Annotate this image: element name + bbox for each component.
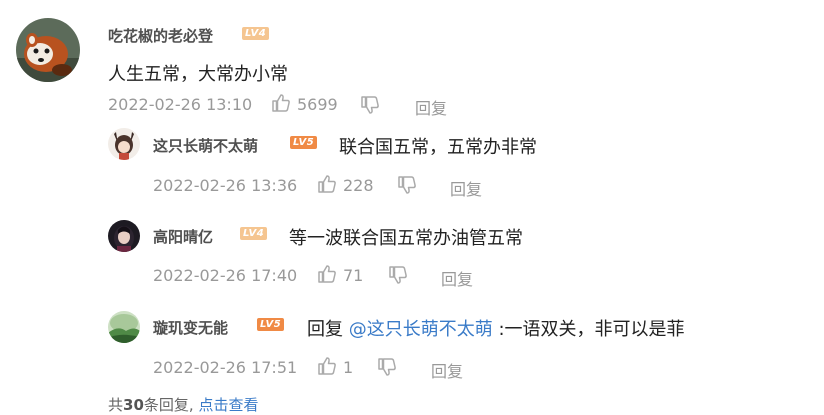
thumbs-up-icon[interactable] [317, 356, 337, 380]
reply-button[interactable]: 回复 [441, 266, 473, 290]
green-landscape-avatar-image [108, 311, 140, 343]
like-count: 1 [343, 358, 354, 377]
reply-button[interactable]: 回复 [450, 176, 482, 200]
level-badge: LV5 [290, 136, 318, 149]
reply-count: 30 [123, 396, 144, 414]
level-badge: LV4 [240, 227, 268, 240]
view-all-replies-link[interactable]: 点击查看 [198, 396, 258, 414]
red-panda-avatar-image [16, 18, 80, 82]
reply-count-prefix: 共 [108, 396, 124, 414]
thumbs-down-icon[interactable] [388, 265, 408, 289]
reply-username[interactable]: 高阳晴亿 [153, 226, 213, 247]
like-count: 71 [343, 266, 364, 285]
anime-character-avatar-image [108, 128, 140, 160]
reply-text: 联合国五常，五常办非常 [339, 137, 537, 158]
reply-username[interactable]: 这只长萌不太萌 [153, 135, 258, 156]
avatar-main[interactable] [16, 18, 80, 82]
avatar-reply-3[interactable] [108, 311, 140, 343]
reply-timestamp: 2022-02-26 17:40 [153, 266, 298, 285]
reply-button[interactable]: 回复 [431, 358, 463, 382]
reply-text: 等一波联合国五常办油管五常 [289, 228, 523, 249]
like-count: 5699 [297, 95, 338, 114]
reply-count-suffix: 条回复, [143, 396, 194, 414]
comment-timestamp: 2022-02-26 13:10 [108, 95, 253, 114]
level-badge: LV5 [257, 318, 285, 331]
reply-prefix: 回复 [307, 319, 343, 340]
like-count: 228 [343, 176, 374, 195]
reply-button[interactable]: 回复 [415, 95, 447, 119]
thumbs-down-icon[interactable] [360, 95, 380, 119]
reply-timestamp: 2022-02-26 17:51 [153, 358, 298, 377]
reply-count-summary: 共30条回复, 点击查看 [108, 394, 258, 415]
thumbs-down-icon[interactable] [377, 357, 397, 381]
comment-text: 人生五常，大常办小常 [108, 64, 288, 85]
thumbs-down-icon[interactable] [397, 175, 417, 199]
mention-link[interactable]: @这只长萌不太萌 [349, 319, 493, 340]
avatar-reply-1[interactable] [108, 128, 140, 160]
reply-text: 回复 @这只长萌不太萌 :一语双关，非可以是菲 [307, 315, 685, 341]
dark-portrait-avatar-image [108, 220, 140, 252]
reply-timestamp: 2022-02-26 13:36 [153, 176, 298, 195]
reply-suffix: :一语双关，非可以是菲 [498, 319, 685, 340]
thumbs-up-icon[interactable] [317, 264, 337, 288]
comment-username[interactable]: 吃花椒的老必登 [108, 25, 213, 46]
thumbs-up-icon[interactable] [271, 93, 291, 117]
avatar-reply-2[interactable] [108, 220, 140, 252]
reply-username[interactable]: 璇玑变无能 [153, 317, 228, 338]
thumbs-up-icon[interactable] [317, 174, 337, 198]
level-badge: LV4 [242, 27, 270, 40]
